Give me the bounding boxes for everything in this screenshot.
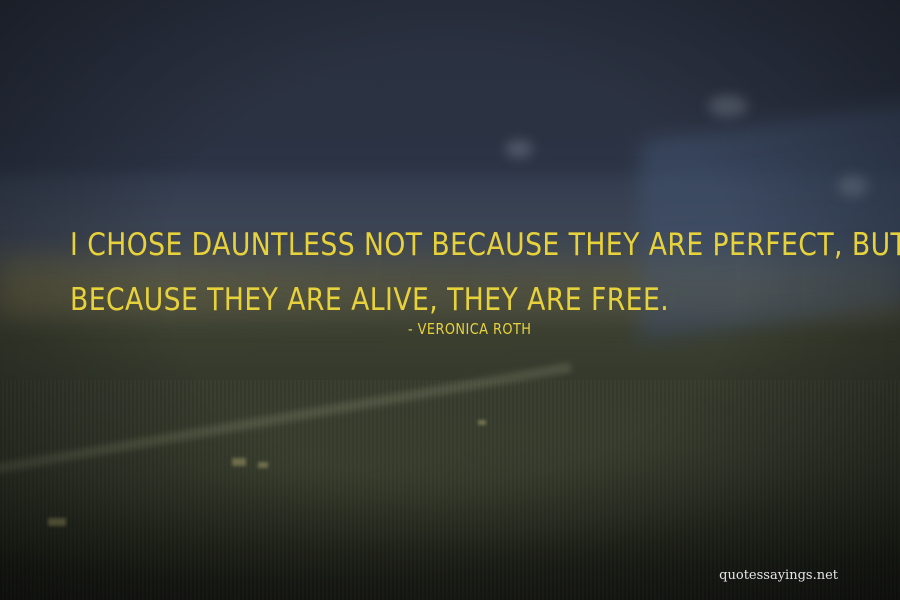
site-watermark: quotessayings.net xyxy=(719,568,838,583)
quote-line-1: I CHOSE DAUNTLESS NOT BECAUSE THEY ARE P… xyxy=(70,227,900,263)
quote-text: I CHOSE DAUNTLESS NOT BECAUSE THEY ARE P… xyxy=(70,218,900,328)
quote-image: I CHOSE DAUNTLESS NOT BECAUSE THEY ARE P… xyxy=(0,0,900,600)
quote-line-2: BECAUSE THEY ARE ALIVE, THEY ARE FREE. xyxy=(70,282,670,318)
quote-author: - VERONICA ROTH xyxy=(408,320,532,338)
